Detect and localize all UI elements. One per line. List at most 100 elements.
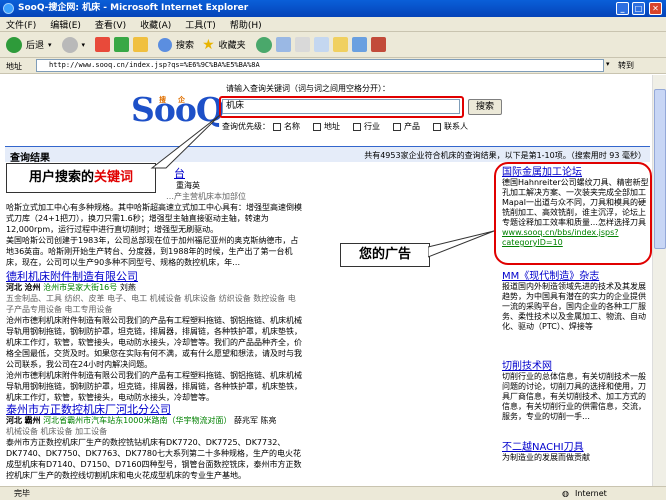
ad-1-body: 德国Hahnreiter公司螺纹刀具、精密新型孔加工解决方案、一次装夹完成全部加… [502,178,649,227]
pref-contact-label: 联系人 [444,122,468,131]
page-content: SooQ 搜 企 请输入查询关键词（词与词之间用空格分开）： 机床 搜索 查询优… [0,75,652,486]
address-input[interactable]: http://www.sooq.cn/index.jsp?qs=%E6%9C%B… [36,59,604,72]
favorites-star-icon[interactable]: ★ [202,37,215,53]
print-icon[interactable] [294,37,310,52]
result-2-contact: 刘燕 [119,283,136,292]
ad-1-url[interactable]: www.sooq.cn/bbs/index.jsps?categoryID=10 [502,228,650,248]
results-summary: 共有4953家企业符合机床的查询结果，以下是第1-10项。（搜索用时 93 毫秒… [364,151,646,160]
result-2-city: 沧州 [24,283,41,292]
result-3-province: 河北 [6,416,22,425]
ad-3: 切削技术网 切削行业的总体信息，有关切削技术一般问题的讨论，切削刀具的选择和使用… [502,362,650,422]
menu-favorites[interactable]: 收藏(A) [140,18,171,31]
ad-1: 国际金属加工论坛 德国Hahnreiter公司螺纹刀具、精密新型孔加工解决方案、… [502,168,650,248]
result-3-address[interactable]: 河北省霸州市汽车站东1000米路南（华宇物流对面） [43,416,231,425]
globe-icon: ◍ [562,489,569,498]
toolbar: 后退 ▾ ▾ 搜索 ★ 收藏夹 [0,32,666,58]
ad-1-title[interactable]: 国际金属加工论坛 [502,168,650,178]
ad-4-title[interactable]: 不二越NACHI刀具 [502,443,650,453]
ad-3-body: 切削行业的总体信息，有关切削技术一般问题的讨论，切削刀具的选择和使用，刀具厂商信… [502,372,646,421]
search-hint: 请输入查询关键词（词与词之间用空格分开）： [226,84,390,93]
zone-text: Internet [575,489,607,498]
checkbox-product[interactable] [393,122,401,131]
result-2: 德利机床附件制造有限公司 河北 沧州 沧州市吴家大街16号 刘燕 五金制品、工具… [6,271,302,403]
checkbox-name[interactable] [273,122,281,131]
ad-3-title[interactable]: 切削技术网 [502,362,650,372]
result-2-province: 河北 [6,283,22,292]
menu-view[interactable]: 查看(V) [95,18,126,31]
result-3: 泰州市方正数控机床厂河北分公司 河北 霸州 河北省霸州市汽车站东1000米路南（… [6,404,302,481]
menu-edit[interactable]: 编辑(E) [50,18,81,31]
forward-dropdown-icon[interactable]: ▾ [82,41,86,49]
keyword-callout-prefix: 用户搜索的 [28,170,94,185]
result-2-title[interactable]: 德利机床附件制造有限公司 [6,271,302,282]
pref-address-label: 地址 [324,122,340,131]
address-dropdown-icon[interactable]: ▾ [606,60,610,68]
keyword-callout-hl: 关键词 [94,170,134,185]
history-icon[interactable] [255,36,272,53]
messenger-icon[interactable] [351,37,367,52]
result-2-body: 沧州市德利机床附件制造有限公司我们的产品有工程塑料拖链、钢铝拖链、机床机械导轨用… [6,316,302,369]
pref-industry-label: 行业 [364,122,380,131]
keyword-callout: 用户搜索的关键词 [6,163,156,193]
result-2-tags: 五金制品、工具 纺织、皮革 电子、电工 机械设备 机床设备 纺织设备 数控设备 … [6,294,296,314]
result-3-title[interactable]: 泰州市方正数控机床厂河北分公司 [6,404,302,415]
vertical-scrollbar[interactable] [652,75,666,486]
ads-callout-arrow [428,230,495,258]
status-text: 完毕 [14,489,30,498]
result-3-city: 霸州 [24,416,41,425]
forward-arrow-icon[interactable] [61,36,78,53]
back-dropdown-icon[interactable]: ▾ [48,41,52,49]
priority-options: 查询优先级： 名称 地址 行业 产品 联系人 [222,121,468,132]
logo-char-1: 搜 [159,96,166,104]
result-2-address[interactable]: 沧州市吴家大街16号 [43,283,117,292]
minimize-icon[interactable]: _ [616,2,629,15]
result-3-contact: 薛兆军 陈亮 [234,416,277,425]
ads-callout: 您的广告 [340,243,430,267]
edit-icon[interactable] [313,37,329,52]
favorites-button[interactable]: 收藏夹 [219,38,246,51]
results-title: 查询结果 [10,153,50,164]
close-icon[interactable]: ✕ [649,2,662,15]
ad-4-body: 为制造业的发展而做贡献 [502,453,590,462]
stop-icon[interactable] [95,37,111,52]
menu-file[interactable]: 文件(F) [6,18,36,31]
status-bar: 完毕 ◍ Internet [0,486,666,500]
checkbox-contact[interactable] [433,122,441,131]
go-button[interactable]: 转到 [618,59,634,72]
maximize-icon[interactable]: □ [632,2,645,15]
research-icon[interactable] [370,37,386,52]
keyword-highlight-box [219,96,464,118]
pref-product-label: 产品 [404,122,420,131]
ad-2-title[interactable]: MM《现代制造》杂志 [502,272,650,282]
results-header: 查询结果 共有4953家企业符合机床的查询结果，以下是第1-10项。（搜索用时 … [5,146,650,164]
result-3-tags: 机械设备 机床设备 加工设备 [6,427,108,436]
mail-icon[interactable] [275,37,291,52]
refresh-icon[interactable] [114,37,130,52]
search-icon[interactable] [158,37,173,52]
window-title: SooQ-搜企网: 机床 - Microsoft Internet Explor… [18,3,249,13]
checkbox-industry[interactable] [353,122,361,131]
result-1-contact: 重海英 [176,181,200,190]
result-1-body: 哈斯立式加工中心有多种规格。其中哈斯超高速立式加工中心具有：增强型高速倒模式刀库… [6,203,302,234]
checkbox-address[interactable] [313,122,321,131]
result-3-body: 泰州市方正数控机床厂生产的数控铣钻机床有DK7720、DK7725、DK7732… [6,438,302,480]
ad-2-body: 报道国内外制造领域先进的技术及其发展趋势，为中国具有潜在的实力的企业提供一流的采… [502,282,646,331]
scrollbar-thumb[interactable] [654,89,666,249]
keyword-callout-arrow [150,114,221,169]
home-icon[interactable] [133,37,149,52]
menu-tools[interactable]: 工具(T) [185,18,216,31]
pref-name-label: 名称 [284,122,300,131]
address-bar: 地址 http://www.sooq.cn/index.jsp?qs=%E6%9… [0,58,666,74]
ad-2: MM《现代制造》杂志 报道国内外制造领域先进的技术及其发展趋势，为中国具有潜在的… [502,272,650,332]
folder-icon[interactable] [332,37,348,52]
ie-logo-icon [3,3,14,14]
ad-4: 不二越NACHI刀具 为制造业的发展而做贡献 [502,443,650,463]
menu-help[interactable]: 帮助(H) [230,18,262,31]
search-button[interactable]: 搜索 [468,99,502,115]
back-arrow-icon[interactable] [6,36,22,53]
back-button[interactable]: 后退 [26,38,44,51]
search-toolbar-button[interactable]: 搜索 [176,38,194,51]
result-2-body2: 沧州市德利机床附件制造有限公司我们的产品有工程塑料拖链、钢铝拖链、机床机械导轨用… [6,371,302,402]
title-bar: SooQ-搜企网: 机床 - Microsoft Internet Explor… [0,0,666,17]
menu-bar: 文件(F) 编辑(E) 查看(V) 收藏(A) 工具(T) 帮助(H) [0,17,666,32]
